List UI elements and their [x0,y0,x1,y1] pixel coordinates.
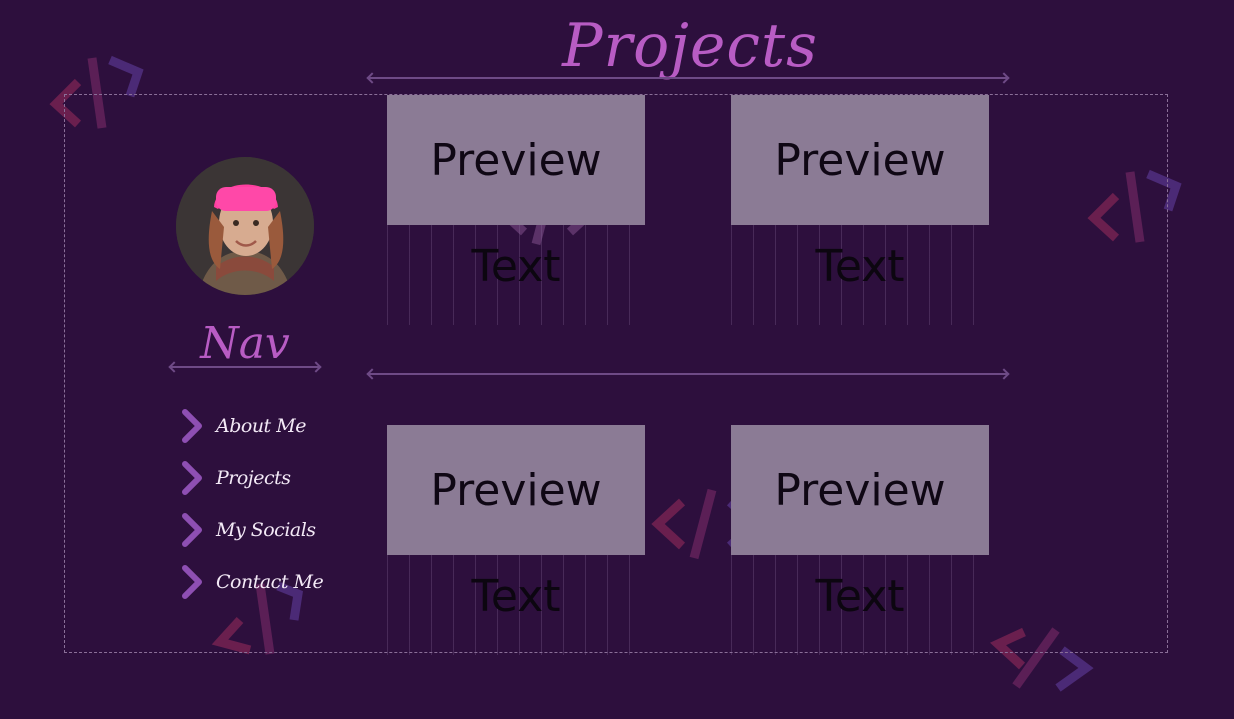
chevron-right-icon [182,461,202,495]
card-text: Text [815,571,905,622]
nav-item-label: My Socials [216,519,316,541]
nav-item-projects[interactable]: Projects [180,452,340,504]
chevron-right-icon [182,409,202,443]
nav-item-my-socials[interactable]: My Socials [180,504,340,556]
card-preview-button[interactable]: Preview [387,425,645,555]
chevron-right-icon [182,513,202,547]
project-card: Preview Text [387,425,645,655]
nav-item-about-me[interactable]: About Me [180,400,340,452]
page-title: Projects [562,11,818,81]
card-text: Text [815,241,905,292]
project-card: Preview Text [731,95,989,325]
nav-item-contact-me[interactable]: Contact Me [180,556,340,608]
card-text: Text [471,571,561,622]
card-preview-button[interactable]: Preview [387,95,645,225]
nav-item-label: About Me [216,415,306,437]
project-card: Preview Text [731,425,989,655]
nav-list: About Me Projects My Socials Contact Me [180,400,340,608]
chevron-right-icon [182,565,202,599]
card-preview-button[interactable]: Preview [731,425,989,555]
nav-item-label: Contact Me [216,571,324,593]
nav-title: Nav [200,318,290,369]
nav-divider [170,366,320,368]
section-divider [368,373,1008,375]
project-card: Preview Text [387,95,645,325]
card-text: Text [471,241,561,292]
projects-page: Projects Nav About Me Projects My Social… [0,0,1234,719]
nav-item-label: Projects [216,467,291,489]
card-preview-button[interactable]: Preview [731,95,989,225]
avatar [176,157,314,295]
title-divider [368,77,1008,79]
